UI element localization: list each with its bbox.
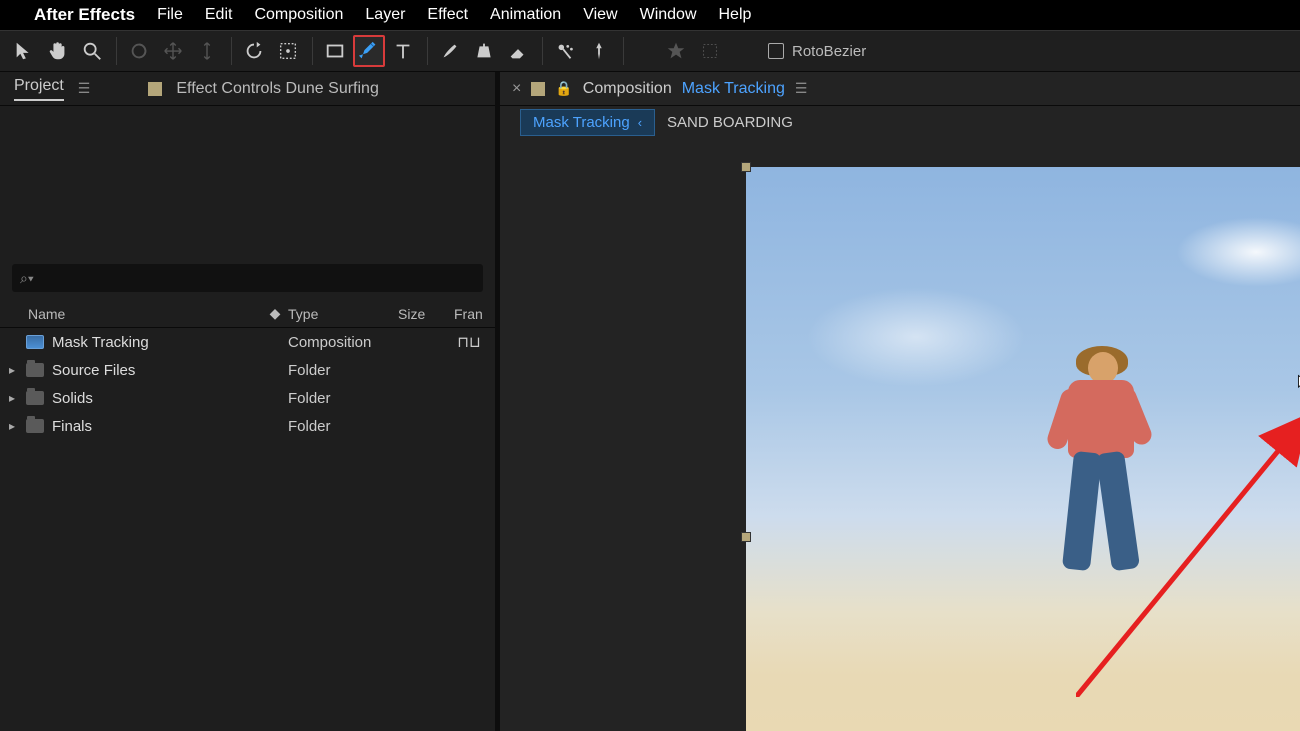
- selection-handle[interactable]: [741, 532, 751, 542]
- brush-tool[interactable]: [434, 35, 466, 67]
- composition-viewer[interactable]: [500, 142, 1300, 731]
- menu-effect[interactable]: Effect: [427, 6, 468, 24]
- toolbar: RotoBezier: [0, 30, 1300, 72]
- item-name: Source Files: [52, 362, 135, 379]
- anchor-tool[interactable]: [272, 35, 304, 67]
- item-type: Folder: [288, 418, 398, 435]
- item-type: Folder: [288, 390, 398, 407]
- menu-animation[interactable]: Animation: [490, 6, 561, 24]
- canvas[interactable]: [746, 167, 1300, 731]
- project-search[interactable]: ⌕▾: [12, 264, 483, 292]
- comp-label: Composition: [583, 80, 672, 98]
- macos-menubar: After Effects File Edit Composition Laye…: [0, 0, 1300, 30]
- type-tool[interactable]: [387, 35, 419, 67]
- item-type: Folder: [288, 362, 398, 379]
- hand-tool[interactable]: [42, 35, 74, 67]
- flowchart-icon[interactable]: ⊓⊔: [457, 334, 480, 351]
- snap-icon[interactable]: [694, 35, 726, 67]
- menu-view[interactable]: View: [583, 6, 617, 24]
- favorite-icon[interactable]: [660, 35, 692, 67]
- breadcrumb-item[interactable]: SAND BOARDING: [655, 110, 805, 135]
- item-type: Composition: [288, 334, 398, 351]
- tab-effect-controls[interactable]: Effect Controls Dune Surfing: [176, 80, 378, 98]
- tab-project[interactable]: Project: [14, 77, 64, 101]
- effect-controls-swatch: [148, 82, 162, 96]
- col-type[interactable]: Type: [288, 306, 398, 322]
- zoom-tool[interactable]: [76, 35, 108, 67]
- orbit-tool[interactable]: [123, 35, 155, 67]
- menu-window[interactable]: Window: [640, 6, 697, 24]
- folder-icon: [26, 419, 44, 433]
- item-name: Finals: [52, 418, 92, 435]
- eraser-tool[interactable]: [502, 35, 534, 67]
- project-row[interactable]: ▸ Finals Folder: [0, 412, 495, 440]
- person-graphic: [1046, 352, 1156, 592]
- project-row[interactable]: Mask Tracking Composition ⊓⊔: [0, 328, 495, 356]
- rotation-tool[interactable]: [238, 35, 270, 67]
- menu-composition[interactable]: Composition: [254, 6, 343, 24]
- pen-tool[interactable]: [353, 35, 385, 67]
- composition-icon: [26, 335, 44, 349]
- expand-icon[interactable]: ▸: [6, 363, 18, 377]
- project-row[interactable]: ▸ Solids Folder: [0, 384, 495, 412]
- item-name: Mask Tracking: [52, 334, 149, 351]
- chevron-left-icon: ‹: [638, 115, 642, 130]
- comp-name-link[interactable]: Mask Tracking: [682, 80, 785, 98]
- rotobezier-checkbox[interactable]: [768, 43, 784, 59]
- project-columns: Name ◆ Type Size Fran: [0, 300, 495, 328]
- selection-tool[interactable]: [8, 35, 40, 67]
- rotobezier-label: RotoBezier: [792, 43, 866, 60]
- clone-stamp-tool[interactable]: [468, 35, 500, 67]
- pin-tool[interactable]: [583, 35, 615, 67]
- close-tab-icon[interactable]: ×: [512, 80, 521, 98]
- roto-brush-tool[interactable]: [549, 35, 581, 67]
- folder-icon: [26, 363, 44, 377]
- lock-icon[interactable]: 🔒: [555, 80, 572, 97]
- project-row[interactable]: ▸ Source Files Folder: [0, 356, 495, 384]
- cloud-graphic: [806, 287, 1026, 387]
- menu-layer[interactable]: Layer: [365, 6, 405, 24]
- project-panel: Project ☰ Effect Controls Dune Surfing ⌕…: [0, 72, 495, 731]
- search-icon: ⌕▾: [20, 270, 34, 287]
- expand-icon[interactable]: ▸: [6, 419, 18, 433]
- breadcrumb-active[interactable]: Mask Tracking‹: [520, 109, 655, 136]
- pen-cursor-icon: [1296, 373, 1300, 393]
- menu-help[interactable]: Help: [719, 6, 752, 24]
- rotobezier-toggle[interactable]: RotoBezier: [768, 43, 866, 60]
- comp-breadcrumb: Mask Tracking‹ SAND BOARDING: [500, 106, 1300, 138]
- panel-menu-icon[interactable]: ☰: [78, 80, 91, 97]
- comp-swatch: [531, 82, 545, 96]
- selection-handle[interactable]: [741, 162, 751, 172]
- menu-file[interactable]: File: [157, 6, 183, 24]
- col-name[interactable]: Name: [0, 306, 262, 322]
- item-name: Solids: [52, 390, 93, 407]
- app-menu[interactable]: After Effects: [34, 5, 135, 25]
- rectangle-tool[interactable]: [319, 35, 351, 67]
- dolly-tool[interactable]: [191, 35, 223, 67]
- menu-edit[interactable]: Edit: [205, 6, 233, 24]
- expand-icon[interactable]: ▸: [6, 391, 18, 405]
- col-fran[interactable]: Fran: [454, 306, 495, 322]
- comp-panel-menu-icon[interactable]: ☰: [795, 80, 808, 97]
- col-size[interactable]: Size: [398, 306, 454, 322]
- folder-icon: [26, 391, 44, 405]
- pan-tool[interactable]: [157, 35, 189, 67]
- composition-panel: × 🔒 Composition Mask Tracking ☰ Mask Tra…: [500, 72, 1300, 731]
- col-tag[interactable]: ◆: [262, 305, 288, 322]
